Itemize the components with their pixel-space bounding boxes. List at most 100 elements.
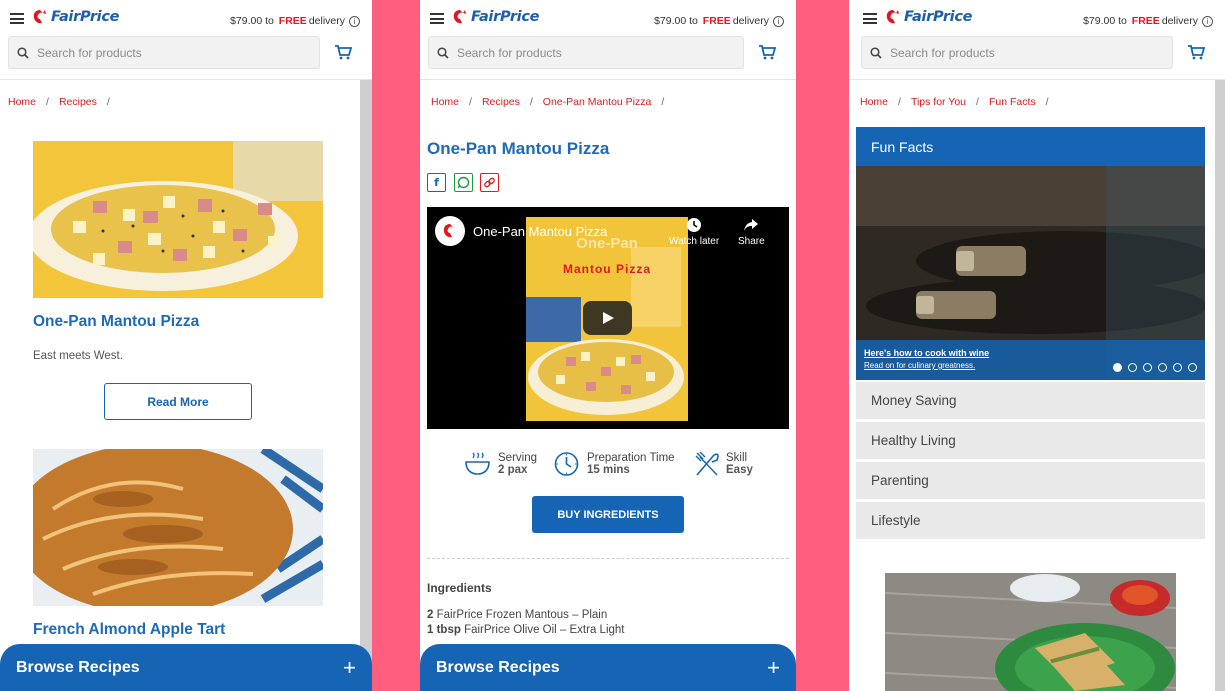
carousel-dot[interactable] — [1143, 363, 1152, 372]
info-icon[interactable]: i — [349, 15, 360, 27]
share-button[interactable]: Share — [738, 217, 765, 247]
serving-label: Serving — [498, 451, 537, 464]
recipe-title-apple-tart[interactable]: French Almond Apple Tart — [33, 621, 225, 639]
carousel-link[interactable]: Here's how to cook with wine — [864, 348, 989, 358]
carousel-dot[interactable] — [1113, 363, 1122, 372]
serving-value: 2 pax — [498, 463, 528, 476]
menu-icon[interactable] — [10, 13, 24, 24]
menu-item-money-saving[interactable]: Money Saving — [856, 382, 1205, 419]
recipe-description: East meets West. — [33, 350, 123, 362]
recipe-title-mantou-pizza[interactable]: One-Pan Mantou Pizza — [33, 313, 199, 331]
search-placeholder: Search for products — [37, 45, 142, 60]
delivery-threshold: $79.00 to FREE delivery i — [654, 15, 784, 27]
bowl-icon — [465, 452, 490, 475]
browse-recipes-bar[interactable]: Browse Recipes + — [420, 644, 796, 691]
cart-icon[interactable] — [1187, 44, 1205, 60]
scrollbar[interactable] — [1215, 80, 1225, 691]
copy-link-icon[interactable] — [480, 173, 499, 192]
carousel-caption: Here's how to cook with wine Read on for… — [856, 340, 1205, 380]
menu-item-healthy-living[interactable]: Healthy Living — [856, 422, 1205, 459]
read-more-button[interactable]: Read More — [104, 383, 252, 420]
logo-text: FairPrice — [51, 9, 120, 25]
serving-info: Serving 2 pax — [464, 450, 537, 477]
video-player[interactable]: One-Pan Mantou Pizza One-Pan Mantou Pizz… — [427, 207, 789, 429]
fun-facts-screen: FairPrice $79.00 to FREE delivery i Search… — [849, 0, 1225, 691]
carousel-subtitle[interactable]: Read on for culinary greatness. — [864, 361, 975, 370]
video-overlay-line2: Mantou Pizza — [562, 262, 651, 276]
menu-item-label: Lifestyle — [871, 513, 921, 528]
search-icon — [437, 46, 449, 59]
breadcrumb-tips[interactable]: Tips for You — [911, 96, 966, 108]
fairprice-logo-icon — [33, 10, 46, 24]
search-input[interactable]: Search for products — [861, 36, 1173, 69]
stopwatch-icon — [554, 452, 579, 476]
logo-text: FairPrice — [471, 9, 540, 25]
divider — [427, 558, 789, 559]
channel-avatar[interactable] — [435, 216, 465, 246]
ingredient-name: FairPrice Olive Oil – Extra Light — [464, 624, 625, 636]
carousel-dot[interactable] — [1158, 363, 1167, 372]
breadcrumb-current[interactable]: Fun Facts — [989, 96, 1036, 108]
cart-icon[interactable] — [758, 44, 776, 60]
breadcrumb-recipes[interactable]: Recipes — [482, 96, 520, 108]
prep-time-info: Preparation Time 15 mins — [553, 450, 675, 477]
facebook-share-icon[interactable]: f — [427, 173, 446, 192]
apple-tart-image[interactable] — [33, 449, 323, 606]
fairprice-logo[interactable]: FairPrice — [885, 9, 972, 25]
whatsapp-share-icon[interactable] — [454, 173, 473, 192]
ingredient-name: FairPrice Frozen Mantous – Plain — [436, 609, 608, 621]
delivery-free: FREE — [702, 15, 731, 27]
search-input[interactable]: Search for products — [8, 36, 320, 69]
buy-ingredients-button[interactable]: BUY INGREDIENTS — [532, 496, 684, 533]
menu-item-lifestyle[interactable]: Lifestyle — [856, 502, 1205, 539]
share-label: Share — [738, 236, 765, 247]
carousel-dot[interactable] — [1128, 363, 1137, 372]
carousel-dot[interactable] — [1173, 363, 1182, 372]
ingredient-item: 1 tbsp FairPrice Olive Oil – Extra Light — [427, 624, 625, 636]
play-button[interactable] — [583, 301, 632, 335]
kaya-toast-image[interactable] — [885, 573, 1176, 691]
menu-item-parenting[interactable]: Parenting — [856, 462, 1205, 499]
fairprice-logo-icon — [453, 10, 466, 24]
skill-info: Skill Easy — [694, 450, 753, 477]
delivery-to: to — [265, 15, 274, 27]
breadcrumb-home[interactable]: Home — [860, 96, 888, 108]
info-icon[interactable]: i — [773, 15, 784, 27]
delivery-word: delivery — [1161, 15, 1198, 27]
delivery-threshold: $79.00 to FREE delivery i — [1083, 15, 1213, 27]
skill-label: Skill — [726, 451, 748, 464]
menu-item-label: Money Saving — [871, 393, 957, 408]
delivery-amount: $79.00 — [1083, 15, 1116, 27]
header: FairPrice $79.00 to FREE delivery i Search… — [849, 0, 1225, 80]
mantou-pizza-image[interactable] — [33, 141, 323, 298]
ingredients-heading: Ingredients — [427, 581, 492, 595]
scrollbar[interactable] — [360, 80, 372, 691]
breadcrumb-current[interactable]: One-Pan Mantou Pizza — [543, 96, 652, 108]
video-title[interactable]: One-Pan Mantou Pizza — [473, 224, 607, 239]
section-title: Fun Facts — [871, 138, 934, 155]
delivery-amount: $79.00 — [230, 15, 263, 27]
info-icon[interactable]: i — [1202, 15, 1213, 27]
carousel[interactable]: Here's how to cook with wine Read on for… — [856, 166, 1205, 380]
fairprice-logo[interactable]: FairPrice — [452, 9, 539, 25]
menu-icon[interactable] — [430, 13, 444, 24]
search-placeholder: Search for products — [890, 45, 995, 60]
watch-later-button[interactable]: Watch later — [669, 217, 719, 247]
breadcrumb-home[interactable]: Home — [431, 96, 459, 108]
utensils-icon — [695, 451, 719, 476]
carousel-dot[interactable] — [1188, 363, 1197, 372]
fairprice-logo[interactable]: FairPrice — [32, 9, 119, 25]
browse-recipes-bar[interactable]: Browse Recipes + — [0, 644, 372, 691]
delivery-free: FREE — [1131, 15, 1160, 27]
plus-icon[interactable]: + — [767, 655, 780, 681]
delivery-word: delivery — [732, 15, 769, 27]
breadcrumb-recipes[interactable]: Recipes — [59, 96, 97, 108]
search-placeholder: Search for products — [457, 45, 562, 60]
search-input[interactable]: Search for products — [428, 36, 744, 69]
header: FairPrice $79.00 to FREE delivery i Search… — [0, 0, 372, 80]
delivery-free: FREE — [278, 15, 307, 27]
cart-icon[interactable] — [334, 44, 352, 60]
menu-icon[interactable] — [863, 13, 877, 24]
breadcrumb-home[interactable]: Home — [8, 96, 36, 108]
plus-icon[interactable]: + — [343, 655, 356, 681]
